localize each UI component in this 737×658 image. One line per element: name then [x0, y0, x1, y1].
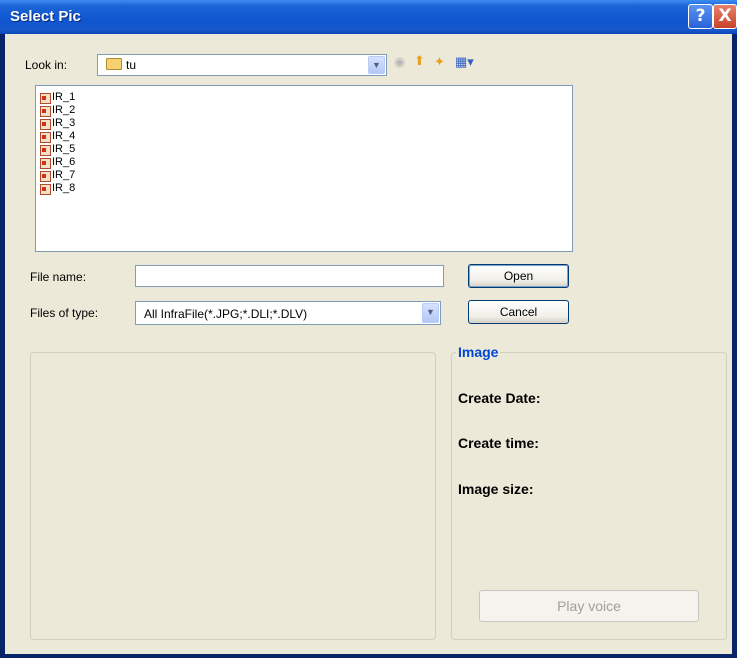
image-file-icon: [40, 145, 51, 156]
list-item[interactable]: IR_2: [36, 104, 572, 117]
file-name: IR_4: [52, 130, 76, 142]
chevron-down-icon[interactable]: ▼: [368, 56, 385, 74]
select-pic-dialog: Select Pic ? X Look in: tu ▼ ◉ ⬆ ✦ ▦▾ IR…: [0, 0, 737, 658]
image-file-icon: [40, 93, 51, 104]
back-icon[interactable]: ◉: [394, 54, 405, 70]
look-in-select[interactable]: tu ▼: [97, 54, 387, 76]
file-name: IR_6: [52, 156, 76, 168]
list-item[interactable]: IR_5: [36, 143, 572, 156]
title-bar[interactable]: Select Pic ? X: [0, 0, 737, 34]
file-name: IR_1: [52, 91, 76, 103]
look-in-label: Look in:: [25, 58, 68, 72]
image-file-icon: [40, 171, 51, 182]
file-name: IR_3: [52, 117, 76, 129]
image-size-label: Image size:: [458, 481, 534, 497]
cancel-button[interactable]: Cancel: [468, 300, 569, 324]
image-file-icon: [40, 132, 51, 143]
file-name: IR_8: [52, 182, 76, 194]
play-voice-button[interactable]: Play voice: [479, 590, 699, 622]
image-file-icon: [40, 184, 51, 195]
help-button[interactable]: ?: [688, 4, 713, 29]
file-list[interactable]: IR_1 IR_2 IR_3 IR_4 IR_5 IR_6 IR_7 IR_8: [35, 85, 573, 252]
image-file-icon: [40, 106, 51, 117]
list-item[interactable]: IR_4: [36, 130, 572, 143]
close-button[interactable]: X: [713, 4, 737, 29]
list-item[interactable]: IR_6: [36, 156, 572, 169]
files-of-type-select[interactable]: All InfraFile(*.JPG;*.DLI;*.DLV) ▼: [135, 301, 441, 325]
new-folder-icon[interactable]: ✦: [434, 54, 445, 70]
file-name: IR_7: [52, 169, 76, 181]
open-button[interactable]: Open: [468, 264, 569, 288]
create-time-label: Create time:: [458, 435, 539, 451]
image-file-icon: [40, 158, 51, 169]
image-group-title: Image: [456, 344, 501, 360]
files-of-type-value: All InfraFile(*.JPG;*.DLI;*.DLV): [144, 307, 308, 321]
view-menu-icon[interactable]: ▦▾: [455, 54, 474, 70]
list-item[interactable]: IR_1: [36, 91, 572, 104]
file-name: IR_2: [52, 104, 76, 116]
dialog-client-area: Look in: tu ▼ ◉ ⬆ ✦ ▦▾ IR_1 IR_2 IR_3 IR_4 I…: [5, 34, 732, 654]
folder-icon: [106, 58, 122, 70]
image-file-icon: [40, 119, 51, 130]
list-item[interactable]: IR_8: [36, 182, 572, 195]
files-of-type-label: Files of type:: [30, 306, 99, 320]
up-folder-icon[interactable]: ⬆: [414, 53, 425, 69]
image-preview-panel: [30, 352, 436, 640]
chevron-down-icon[interactable]: ▼: [422, 303, 439, 323]
list-item[interactable]: IR_3: [36, 117, 572, 130]
file-name-input[interactable]: [135, 265, 444, 287]
look-in-value: tu: [126, 58, 137, 72]
file-name: IR_5: [52, 143, 76, 155]
list-item[interactable]: IR_7: [36, 169, 572, 182]
create-date-label: Create Date:: [458, 390, 541, 406]
window-title: Select Pic: [10, 8, 81, 25]
file-name-label: File name:: [30, 270, 87, 284]
